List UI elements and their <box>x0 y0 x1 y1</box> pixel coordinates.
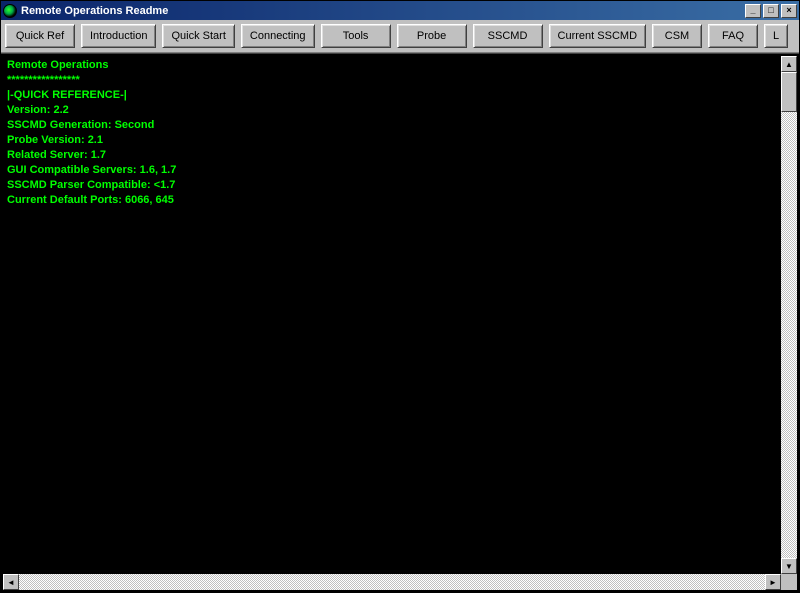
title-bar[interactable]: Remote Operations Readme _ □ × <box>1 1 799 20</box>
window-title: Remote Operations Readme <box>21 5 745 17</box>
terminal-line: Version: 2.2 <box>7 103 777 118</box>
toolbar-connecting[interactable]: Connecting <box>241 24 315 48</box>
vertical-scrollbar[interactable]: ▲ ▼ <box>781 56 797 574</box>
toolbar-current-sscmd[interactable]: Current SSCMD <box>549 24 646 48</box>
terminal-line: SSCMD Parser Compatible: <1.7 <box>7 178 777 193</box>
toolbar-sscmd[interactable]: SSCMD <box>473 24 543 48</box>
terminal-line: Probe Version: 2.1 <box>7 133 777 148</box>
terminal-line: Remote Operations <box>7 58 777 73</box>
scroll-track-vertical[interactable] <box>781 72 797 558</box>
terminal-line: Related Server: 1.7 <box>7 148 777 163</box>
toolbar-csm[interactable]: CSM <box>652 24 702 48</box>
terminal-line: |-QUICK REFERENCE-| <box>7 88 777 103</box>
app-icon <box>3 4 17 18</box>
toolbar-faq[interactable]: FAQ <box>708 24 758 48</box>
terminal-line: ***************** <box>7 73 777 88</box>
terminal-line: Current Default Ports: 6066, 645 <box>7 193 777 208</box>
scroll-corner <box>781 574 797 590</box>
scroll-up-button[interactable]: ▲ <box>781 56 797 72</box>
toolbar: Quick Ref Introduction Quick Start Conne… <box>1 20 799 53</box>
toolbar-tools[interactable]: Tools <box>321 24 391 48</box>
toolbar-introduction[interactable]: Introduction <box>81 24 156 48</box>
toolbar-probe[interactable]: Probe <box>397 24 467 48</box>
toolbar-overflow[interactable]: L <box>764 24 788 48</box>
horizontal-scrollbar[interactable]: ◄ ► <box>3 574 781 590</box>
scroll-right-button[interactable]: ► <box>765 574 781 590</box>
app-window: Remote Operations Readme _ □ × Quick Ref… <box>0 0 800 593</box>
window-controls: _ □ × <box>745 4 797 18</box>
scroll-left-button[interactable]: ◄ <box>3 574 19 590</box>
content-area: Remote Operations ***************** |-QU… <box>1 53 799 592</box>
scroll-thumb-vertical[interactable] <box>781 72 797 112</box>
scroll-track-horizontal[interactable] <box>19 574 765 590</box>
toolbar-quick-start[interactable]: Quick Start <box>162 24 234 48</box>
terminal-line: SSCMD Generation: Second <box>7 118 777 133</box>
maximize-button[interactable]: □ <box>763 4 779 18</box>
terminal-line: GUI Compatible Servers: 1.6, 1.7 <box>7 163 777 178</box>
scroll-down-button[interactable]: ▼ <box>781 558 797 574</box>
terminal-output: Remote Operations ***************** |-QU… <box>3 56 781 574</box>
minimize-button[interactable]: _ <box>745 4 761 18</box>
toolbar-quick-ref[interactable]: Quick Ref <box>5 24 75 48</box>
close-button[interactable]: × <box>781 4 797 18</box>
